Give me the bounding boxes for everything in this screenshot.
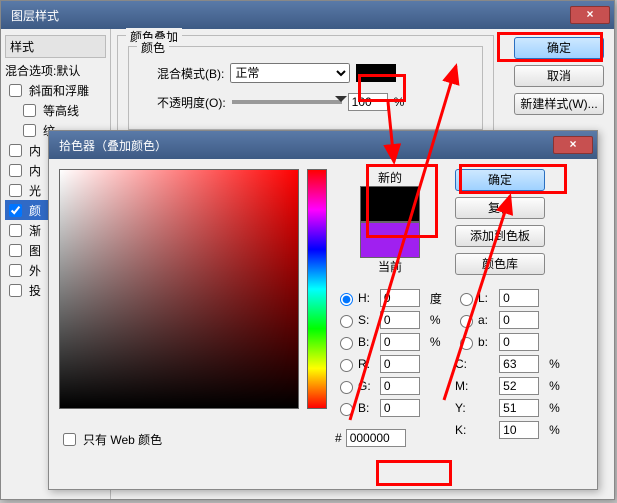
new-color-box [360,186,420,222]
c-input[interactable] [499,355,539,373]
l-input[interactable] [499,289,539,307]
reset-button[interactable]: 复位 [455,197,545,219]
styles-header: 样式 [5,35,106,58]
b2-radio[interactable] [340,403,353,416]
web-only-checkbox[interactable]: 只有 Web 颜色 [59,429,299,449]
titlebar[interactable]: 图层样式 × [1,1,614,29]
g-input[interactable] [380,377,420,395]
new-label: 新的 [335,169,445,186]
blend-options[interactable]: 混合选项:默认 [5,60,106,80]
window-title: 拾色器（叠加颜色） [53,137,553,154]
y-label: Y: [455,401,493,415]
ok-button[interactable]: 确定 [514,37,604,59]
close-icon[interactable]: × [553,136,593,154]
opacity-input[interactable] [348,93,388,111]
l-radio[interactable] [460,293,473,306]
current-color-box[interactable] [360,222,420,258]
current-label: 当前 [335,258,445,275]
h-radio[interactable] [340,293,353,306]
a-radio[interactable] [460,315,473,328]
new-style-button[interactable]: 新建样式(W)... [514,93,604,115]
lab-b-input[interactable] [499,333,539,351]
hex-input[interactable] [346,429,406,447]
color-preview: 新的 当前 [335,169,445,275]
add-swatch-button[interactable]: 添加到色板 [455,225,545,247]
b-input[interactable] [380,333,420,351]
color-group: 颜色 混合模式(B): 正常 不透明度(O): % [128,46,483,130]
m-label: M: [455,379,493,393]
blend-mode-label: 混合模式(B): [157,65,224,82]
list-item[interactable]: 斜面和浮雕 [5,80,106,100]
color-swatch[interactable] [356,64,396,82]
cancel-button[interactable]: 取消 [514,65,604,87]
blend-mode-select[interactable]: 正常 [230,63,350,83]
y-input[interactable] [499,399,539,417]
a-input[interactable] [499,311,539,329]
percent-label: % [394,95,405,109]
m-input[interactable] [499,377,539,395]
r-radio[interactable] [340,359,353,372]
s-input[interactable] [380,311,420,329]
close-icon[interactable]: × [570,6,610,24]
opacity-label: 不透明度(O): [157,94,226,111]
k-input[interactable] [499,421,539,439]
lab-b-radio[interactable] [460,337,473,350]
color-picker-window: 拾色器（叠加颜色） × 只有 Web 颜色 新的 当前 H:度 S:% B:% … [48,130,598,490]
hue-slider[interactable] [307,169,327,409]
c-label: C: [455,357,493,371]
titlebar[interactable]: 拾色器（叠加颜色） × [49,131,597,159]
k-label: K: [455,423,493,437]
h-input[interactable] [380,289,420,307]
list-item[interactable]: 等高线 [5,100,106,120]
picker-ok-button[interactable]: 确定 [455,169,545,191]
group-label: 颜色 [137,39,169,56]
window-title: 图层样式 [5,7,570,24]
color-overlay-group: 颜色叠加 颜色 混合模式(B): 正常 不透明度(O): % [117,35,494,145]
color-lib-button[interactable]: 颜色库 [455,253,545,275]
g-radio[interactable] [340,381,353,394]
r-input[interactable] [380,355,420,373]
hex-label: # [335,431,342,445]
opacity-slider[interactable] [232,100,342,104]
b2-input[interactable] [380,399,420,417]
s-radio[interactable] [340,315,353,328]
color-field[interactable] [59,169,299,409]
b-radio[interactable] [340,337,353,350]
